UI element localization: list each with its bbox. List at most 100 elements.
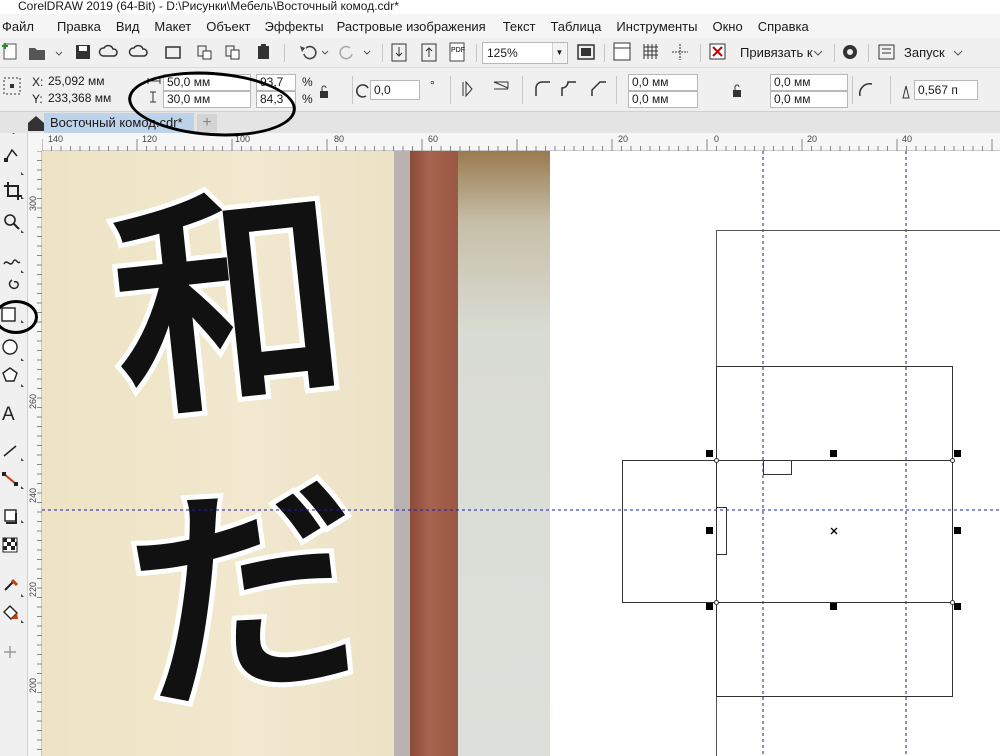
show-guidelines-icon[interactable] bbox=[672, 44, 688, 60]
menu-tools[interactable]: Инструменты bbox=[616, 19, 706, 34]
mirror-horizontal-icon[interactable] bbox=[462, 80, 473, 98]
rotation-input[interactable]: 0,0 bbox=[370, 80, 420, 100]
cloud-export-icon[interactable] bbox=[128, 44, 148, 57]
options-gear-icon[interactable] bbox=[843, 45, 857, 59]
scale-y-input[interactable]: 84,3 bbox=[256, 91, 296, 108]
open-folder-icon[interactable] bbox=[29, 48, 63, 60]
connector-tool-icon[interactable] bbox=[2, 472, 18, 486]
crop-tool-icon[interactable] bbox=[4, 182, 22, 200]
x-position-input[interactable]: 25,092 мм bbox=[45, 74, 129, 91]
width-icon bbox=[147, 78, 161, 84]
scale-corners-icon[interactable] bbox=[858, 82, 873, 97]
scalloped-corner-icon[interactable] bbox=[561, 81, 576, 96]
undo-icon[interactable] bbox=[300, 45, 317, 60]
drawing-canvas[interactable]: 和 だ bbox=[42, 151, 1000, 756]
rectangle-object[interactable] bbox=[716, 507, 727, 555]
height-input[interactable]: 30,0 мм bbox=[163, 91, 251, 108]
freehand-tool-icon[interactable] bbox=[3, 259, 21, 265]
publish-pdf-icon[interactable]: PDF bbox=[449, 42, 465, 62]
corner-radius-bottom-right-input[interactable]: 0,0 мм bbox=[770, 91, 848, 108]
paste-icon[interactable] bbox=[258, 44, 269, 59]
corner-radius-top-left-input[interactable]: 0,0 мм bbox=[628, 74, 698, 91]
rectangle-tool-icon[interactable] bbox=[1, 307, 16, 322]
eyedropper-icon[interactable] bbox=[4, 578, 19, 591]
selection-handle[interactable] bbox=[954, 450, 961, 457]
selection-handle[interactable] bbox=[954, 527, 961, 534]
ruler-label: 200 bbox=[28, 677, 38, 693]
width-input[interactable]: 50,0 мм bbox=[163, 74, 251, 91]
menu-file[interactable]: Файл bbox=[2, 19, 43, 34]
text-tool-icon[interactable]: A bbox=[2, 404, 15, 425]
selection-handle[interactable] bbox=[954, 603, 961, 610]
menu-help[interactable]: Справка bbox=[758, 19, 818, 34]
ruler-label: 0 bbox=[714, 134, 720, 144]
rectangle-object[interactable] bbox=[716, 366, 953, 461]
round-corner-icon[interactable] bbox=[535, 81, 550, 96]
menu-effects[interactable]: Эффекты bbox=[265, 19, 333, 34]
drop-shadow-icon[interactable] bbox=[4, 509, 17, 524]
shape-tool-icon[interactable] bbox=[4, 148, 18, 162]
menu-layout[interactable]: Макет bbox=[154, 19, 200, 34]
vertical-ruler-ticks bbox=[37, 151, 42, 750]
corner-radius-top-right-input[interactable]: 0,0 мм bbox=[770, 74, 848, 91]
menu-bitmaps[interactable]: Растровые изображения bbox=[337, 19, 495, 34]
zoom-dropdown-chevron-icon[interactable]: ▼ bbox=[552, 43, 566, 63]
mirror-vertical-icon[interactable] bbox=[493, 81, 509, 90]
snap-to-dropdown[interactable]: Привязать к bbox=[740, 45, 813, 60]
interactive-fill-icon[interactable] bbox=[3, 605, 18, 620]
rectangle-object[interactable] bbox=[716, 602, 953, 697]
selection-handle[interactable] bbox=[830, 603, 837, 610]
redo-icon[interactable] bbox=[339, 45, 353, 60]
show-rulers-icon[interactable] bbox=[613, 42, 631, 61]
add-document-tab-icon[interactable]: + bbox=[197, 114, 217, 132]
y-position-input[interactable]: 233,368 мм bbox=[45, 91, 129, 108]
rectangle-object[interactable] bbox=[622, 460, 717, 603]
rectangle-object[interactable] bbox=[763, 460, 792, 475]
add-tool-icon[interactable] bbox=[4, 646, 16, 658]
import-icon[interactable] bbox=[391, 43, 407, 62]
selection-handle[interactable] bbox=[830, 450, 837, 457]
chamfered-corner-icon[interactable] bbox=[591, 81, 606, 96]
cut-icon[interactable] bbox=[197, 45, 212, 60]
polygon-tool-icon[interactable] bbox=[2, 367, 18, 382]
export-icon[interactable] bbox=[421, 43, 437, 62]
separator bbox=[834, 44, 835, 62]
horizontal-ruler[interactable]: 140 120 100 80 60 20 0 20 40 bbox=[42, 133, 1000, 151]
launch-dropdown[interactable]: Запуск bbox=[904, 45, 945, 60]
menu-window[interactable]: Окно bbox=[712, 19, 751, 34]
zoom-tool-icon[interactable] bbox=[4, 214, 20, 230]
app-launcher-icon[interactable] bbox=[878, 44, 895, 60]
vertical-ruler[interactable]: 300 260 240 220 200 bbox=[28, 151, 42, 756]
selection-handle[interactable] bbox=[706, 450, 713, 457]
separator bbox=[284, 44, 285, 62]
full-screen-preview-icon[interactable] bbox=[577, 44, 595, 60]
cloud-import-icon[interactable] bbox=[98, 44, 118, 57]
menu-table[interactable]: Таблица bbox=[550, 19, 610, 34]
menu-edit[interactable]: Правка bbox=[57, 19, 110, 34]
document-tab[interactable]: Восточный комод.cdr* bbox=[44, 113, 194, 133]
scale-x-input[interactable]: 93,7 bbox=[256, 74, 296, 91]
menu-view[interactable]: Вид bbox=[116, 19, 149, 34]
home-icon[interactable] bbox=[26, 113, 46, 133]
show-grid-icon[interactable] bbox=[643, 44, 658, 59]
snap-off-icon[interactable] bbox=[709, 43, 726, 60]
outline-width-input[interactable]: 0,567 п bbox=[914, 80, 978, 100]
lock-ratio-icon[interactable] bbox=[320, 85, 328, 98]
separator bbox=[352, 76, 353, 104]
new-document-icon[interactable] bbox=[2, 43, 17, 60]
selection-handle[interactable] bbox=[706, 603, 713, 610]
parallel-dimension-icon[interactable] bbox=[3, 445, 17, 457]
lock-corners-icon[interactable] bbox=[733, 84, 741, 97]
object-origin-icon[interactable] bbox=[3, 77, 21, 95]
copy-icon[interactable] bbox=[225, 45, 240, 60]
menu-text[interactable]: Текст bbox=[503, 19, 545, 34]
ellipse-tool-icon[interactable] bbox=[2, 339, 18, 355]
print-icon[interactable] bbox=[165, 46, 181, 59]
corner-radius-bottom-left-input[interactable]: 0,0 мм bbox=[628, 91, 698, 108]
menu-object[interactable]: Объект bbox=[206, 19, 259, 34]
save-icon[interactable] bbox=[76, 45, 90, 59]
transparency-icon[interactable] bbox=[2, 537, 18, 553]
ruler-origin[interactable] bbox=[28, 133, 42, 151]
selection-handle[interactable] bbox=[706, 527, 713, 534]
artistic-media-icon[interactable] bbox=[8, 279, 19, 290]
